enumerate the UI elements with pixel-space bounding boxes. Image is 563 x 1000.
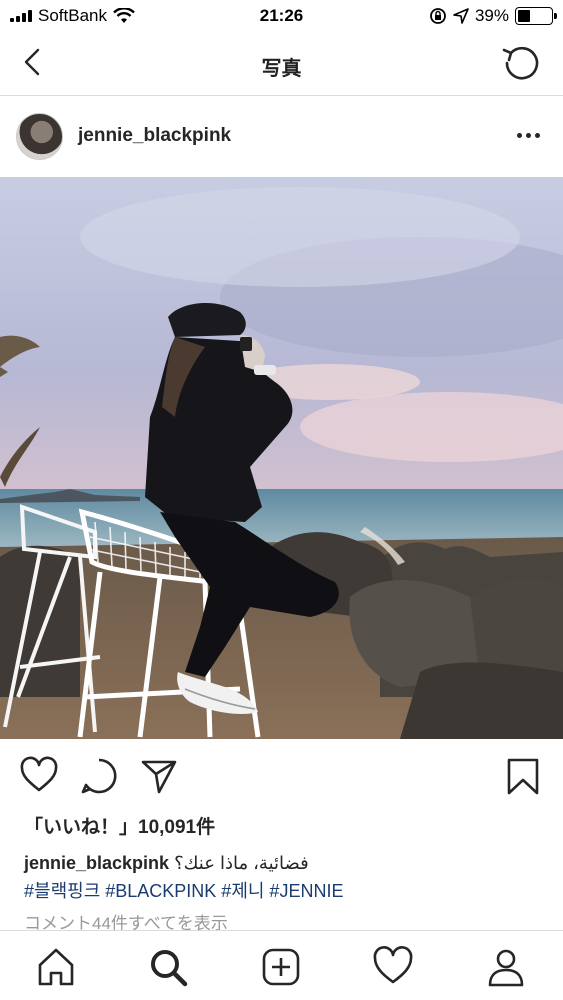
caption-line: jennie_blackpink فضائية، ماذا عنك؟: [24, 849, 544, 877]
post-actions: [0, 740, 563, 810]
more-icon[interactable]: [513, 123, 543, 147]
activity-heart-icon[interactable]: [371, 945, 415, 989]
post-photo[interactable]: [0, 177, 563, 739]
home-icon[interactable]: [34, 945, 78, 989]
status-right: 39%: [429, 6, 557, 26]
post-username[interactable]: jennie_blackpink: [78, 125, 231, 147]
caption-hashtags[interactable]: #블랙핑크 #BLACKPINK #제니 #JENNIE: [24, 877, 544, 905]
send-icon[interactable]: [139, 756, 179, 796]
post-photo-image: [0, 177, 563, 739]
caption-username[interactable]: jennie_blackpink: [24, 853, 169, 873]
location-arrow-icon: [453, 8, 469, 24]
comment-icon[interactable]: [79, 756, 119, 796]
tab-bar: [0, 930, 563, 1000]
refresh-icon[interactable]: [501, 44, 541, 82]
battery-icon: [515, 7, 557, 25]
heart-icon[interactable]: [19, 756, 59, 796]
caption-text: فضائية، ماذا عنك؟: [174, 853, 309, 873]
search-icon[interactable]: [146, 945, 190, 989]
avatar[interactable]: [16, 113, 63, 160]
likes-count[interactable]: 「いいね！」10,091件: [24, 812, 215, 839]
add-icon[interactable]: [259, 945, 303, 989]
battery-fill: [518, 10, 531, 22]
battery-percent: 39%: [474, 6, 509, 25]
post-header: jennie_blackpink: [0, 97, 563, 177]
profile-icon[interactable]: [484, 945, 528, 989]
nav-bar: 写真: [0, 32, 563, 96]
page-title: 写真: [261, 58, 302, 80]
rotation-lock-icon: [430, 8, 446, 24]
bookmark-icon[interactable]: [503, 756, 543, 796]
post-caption: jennie_blackpink فضائية، ماذا عنك؟ #블랙핑크…: [24, 849, 544, 905]
status-bar: SoftBank 21:26 39%: [0, 0, 563, 32]
